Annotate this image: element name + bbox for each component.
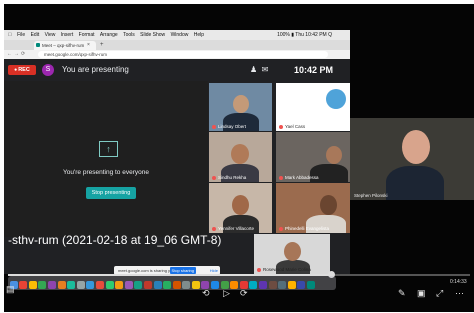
dock-app-icon[interactable] <box>105 281 114 289</box>
speaker-body <box>386 166 444 200</box>
play-icon[interactable]: ▷ <box>223 288 230 298</box>
stop-presenting-button[interactable]: Stop presenting <box>86 187 136 199</box>
participant-tile[interactable]: Mark Abbadessa <box>276 132 350 182</box>
speaker-video[interactable]: Stephen Pilonski <box>350 118 474 200</box>
participant-name: Lindsay Obert <box>212 124 246 129</box>
menu-help[interactable]: Help <box>194 32 204 38</box>
participant-name: Rosewood Marie Colina <box>257 267 311 272</box>
dock-app-icon[interactable] <box>76 281 85 289</box>
more-options-icon[interactable]: ⋯ <box>455 288 464 298</box>
dock-app-icon[interactable] <box>19 281 28 289</box>
dock-app-icon[interactable] <box>28 281 37 289</box>
participant-face <box>233 95 249 113</box>
dock-app-icon[interactable] <box>57 281 66 289</box>
participant-tile[interactable]: Sindhu Rekha <box>209 132 272 182</box>
dock-app-icon[interactable] <box>95 281 104 289</box>
meet-favicon-icon <box>36 43 40 47</box>
recording-title: -sthv-rum (2021-02-18 at 19_06 GMT-8) <box>8 233 222 247</box>
dock-app-icon[interactable] <box>124 281 133 289</box>
dock-app-icon[interactable] <box>163 281 172 289</box>
participant-name: Yennifer Villacorte <box>212 226 254 231</box>
dock-app-icon[interactable] <box>230 281 239 289</box>
participant-name: Phinedelli Evangelista <box>279 226 329 231</box>
apple-icon[interactable]:  <box>8 32 12 38</box>
browser-toolbar: ←→⟳ meet.google.com/qxp-sifhv-rum <box>4 50 350 59</box>
mac-dock <box>8 276 336 290</box>
participant-face <box>284 242 301 261</box>
menu-view[interactable]: View <box>45 32 56 38</box>
presenting-message: You're presenting to everyone <box>63 169 149 176</box>
menu-file[interactable]: File <box>17 32 25 38</box>
browser-tabstrip: Meet – qxp-sifhv-rum × + <box>4 40 350 50</box>
recording-frame:  File Edit View Insert Format Arrange T… <box>4 4 474 312</box>
present-screen-icon: ↑ <box>99 141 118 157</box>
participant-name: Sindhu Rekha <box>212 175 246 180</box>
participant-face <box>326 146 342 164</box>
dock-app-icon[interactable] <box>182 281 191 289</box>
dock-app-icon[interactable] <box>115 281 124 289</box>
participant-name: Mark Abbadessa <box>279 175 319 180</box>
participant-tile[interactable]: Phinedelli Evangelista <box>276 183 350 233</box>
dock-app-icon[interactable] <box>86 281 95 289</box>
dock-app-icon[interactable] <box>268 281 277 289</box>
participant-name: Yael Cass <box>279 124 305 129</box>
meet-clock: 10:42 PM <box>294 65 334 75</box>
speaker-name: Stephen Pilonski <box>354 193 388 198</box>
dock-app-icon[interactable] <box>38 281 47 289</box>
dock-app-icon[interactable] <box>307 281 315 289</box>
menu-edit[interactable]: Edit <box>31 32 40 38</box>
hide-button[interactable]: Hide <box>210 267 218 274</box>
menu-arrange[interactable]: Arrange <box>100 32 118 38</box>
forward-icon[interactable]: ⟳ <box>240 288 248 298</box>
nav-buttons-icon[interactable]: ←→⟳ <box>7 50 27 59</box>
rewind-icon[interactable]: ⟲ <box>202 288 210 298</box>
new-tab-icon[interactable]: + <box>100 40 104 50</box>
dock-app-icon[interactable] <box>287 281 296 289</box>
menu-slideshow[interactable]: Slide Show <box>140 32 165 38</box>
dock-app-icon[interactable] <box>67 281 76 289</box>
menu-format[interactable]: Format <box>79 32 95 38</box>
dock-app-icon[interactable] <box>297 281 306 289</box>
mascot-avatar-icon <box>326 89 346 109</box>
dock-app-icon[interactable] <box>249 281 258 289</box>
collapse-icon[interactable]: ⤢ <box>436 288 443 298</box>
dock-app-icon[interactable] <box>259 281 268 289</box>
menu-window[interactable]: Window <box>171 32 189 38</box>
stop-sharing-button[interactable]: Stop sharing <box>169 267 196 274</box>
video-time: 0:14:33 <box>450 279 467 285</box>
display-icon[interactable]: ▣ <box>417 288 426 298</box>
dock-app-icon[interactable] <box>191 281 200 289</box>
captions-icon[interactable]: ▤ <box>6 284 15 294</box>
menu-insert[interactable]: Insert <box>61 32 74 38</box>
presentation-panel: ↑ You're presenting to everyone Stop pre… <box>4 81 208 237</box>
rec-badge: REC <box>8 65 36 75</box>
people-icon[interactable]: ♟ ✉ <box>250 64 268 76</box>
avatar[interactable]: S <box>42 64 54 76</box>
edit-icon[interactable]: ✎ <box>398 288 406 298</box>
address-bar[interactable]: meet.google.com/qxp-sifhv-rum <box>38 51 328 58</box>
participant-face <box>231 144 249 164</box>
participant-tile[interactable]: Lindsay Obert <box>209 83 272 131</box>
presenting-label: You are presenting <box>62 65 129 74</box>
participant-tile[interactable]: Rosewood Marie Colina <box>254 234 330 274</box>
tab-title: Meet – qxp-sifhv-rum <box>42 43 85 48</box>
mac-menubar:  File Edit View Insert Format Arrange T… <box>4 30 350 40</box>
dock-app-icon[interactable] <box>134 281 143 289</box>
speaker-face <box>402 130 430 164</box>
menubar-status: 100% ▮ Thu 10:42 PM Q <box>277 32 332 38</box>
dock-app-icon[interactable] <box>47 281 56 289</box>
dock-app-icon[interactable] <box>211 281 220 289</box>
participant-tile[interactable]: Yael Cass <box>276 83 350 131</box>
meet-topbar: REC S You are presenting ♟ ✉ 10:42 PM <box>4 59 350 81</box>
participant-face <box>320 195 337 215</box>
dock-app-icon[interactable] <box>143 281 152 289</box>
participant-face <box>232 195 249 215</box>
menu-tools[interactable]: Tools <box>123 32 135 38</box>
dock-app-icon[interactable] <box>278 281 287 289</box>
dock-app-icon[interactable] <box>153 281 162 289</box>
dock-app-icon[interactable] <box>172 281 181 289</box>
close-tab-icon[interactable]: × <box>87 41 90 50</box>
participant-tile[interactable]: Yennifer Villacorte <box>209 183 272 233</box>
